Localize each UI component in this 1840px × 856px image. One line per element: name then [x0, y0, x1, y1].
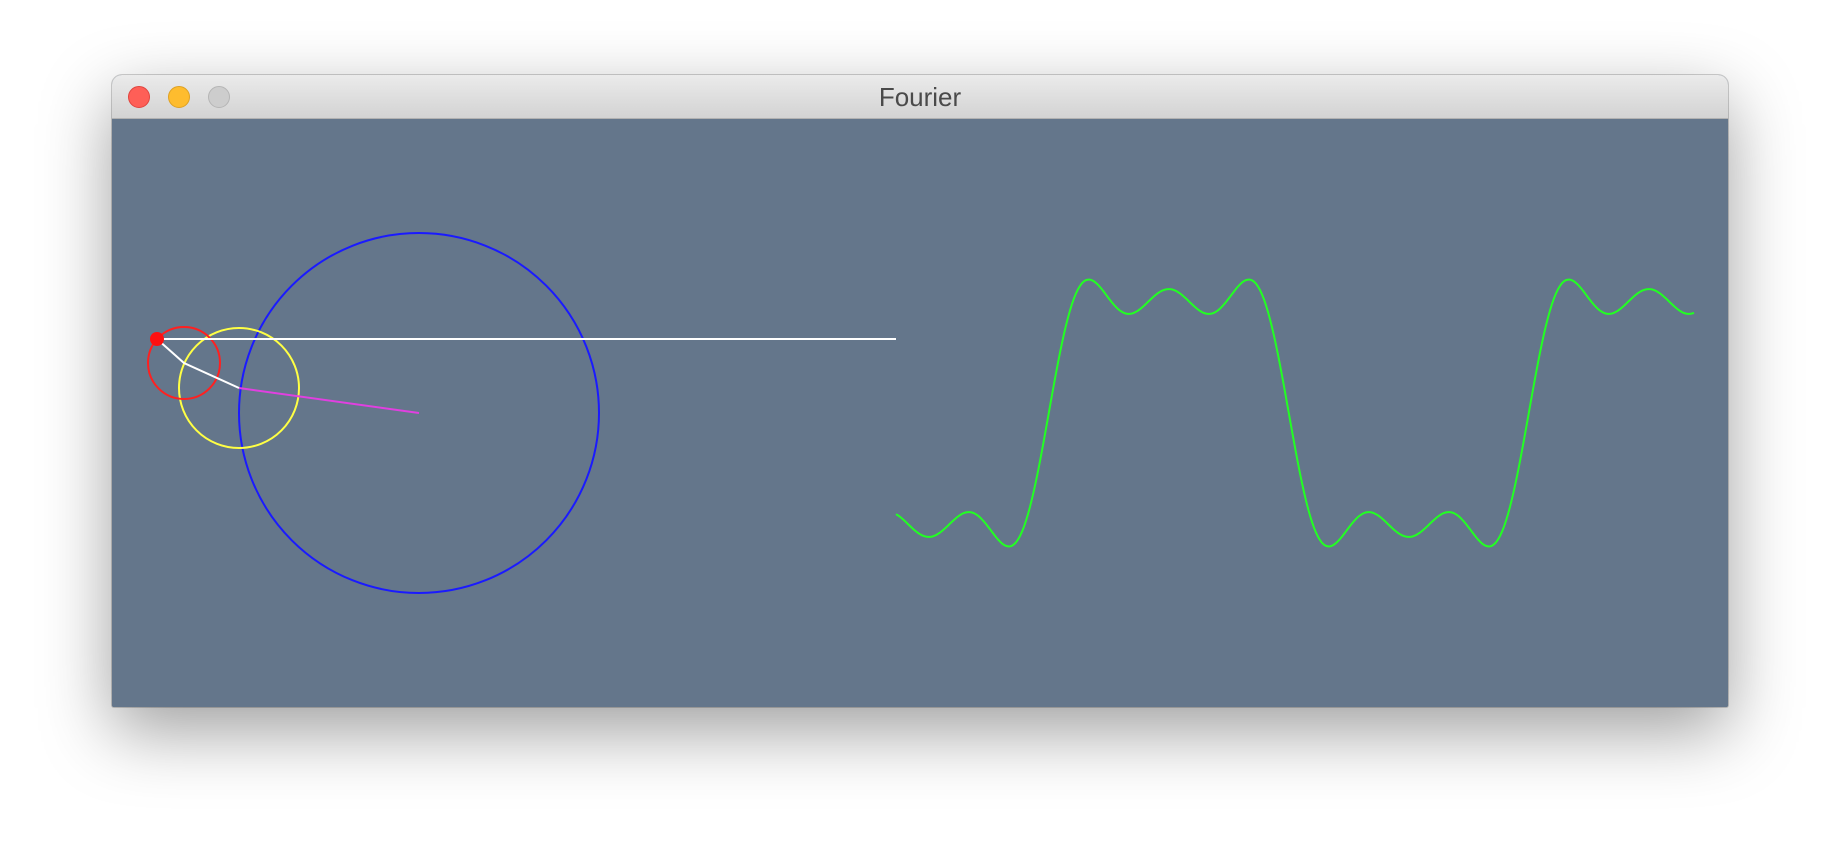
epicycle-radius-large: [238, 387, 420, 414]
title-bar[interactable]: Fourier: [112, 75, 1728, 119]
epicycle-radius-small: [156, 338, 240, 389]
tip-point: [150, 332, 164, 346]
app-window: Fourier: [112, 75, 1728, 707]
drawing-canvas: [112, 119, 1728, 707]
window-title: Fourier: [878, 82, 962, 112]
fourier-drawing: [147, 232, 1695, 594]
wave-trace: [895, 278, 1695, 548]
